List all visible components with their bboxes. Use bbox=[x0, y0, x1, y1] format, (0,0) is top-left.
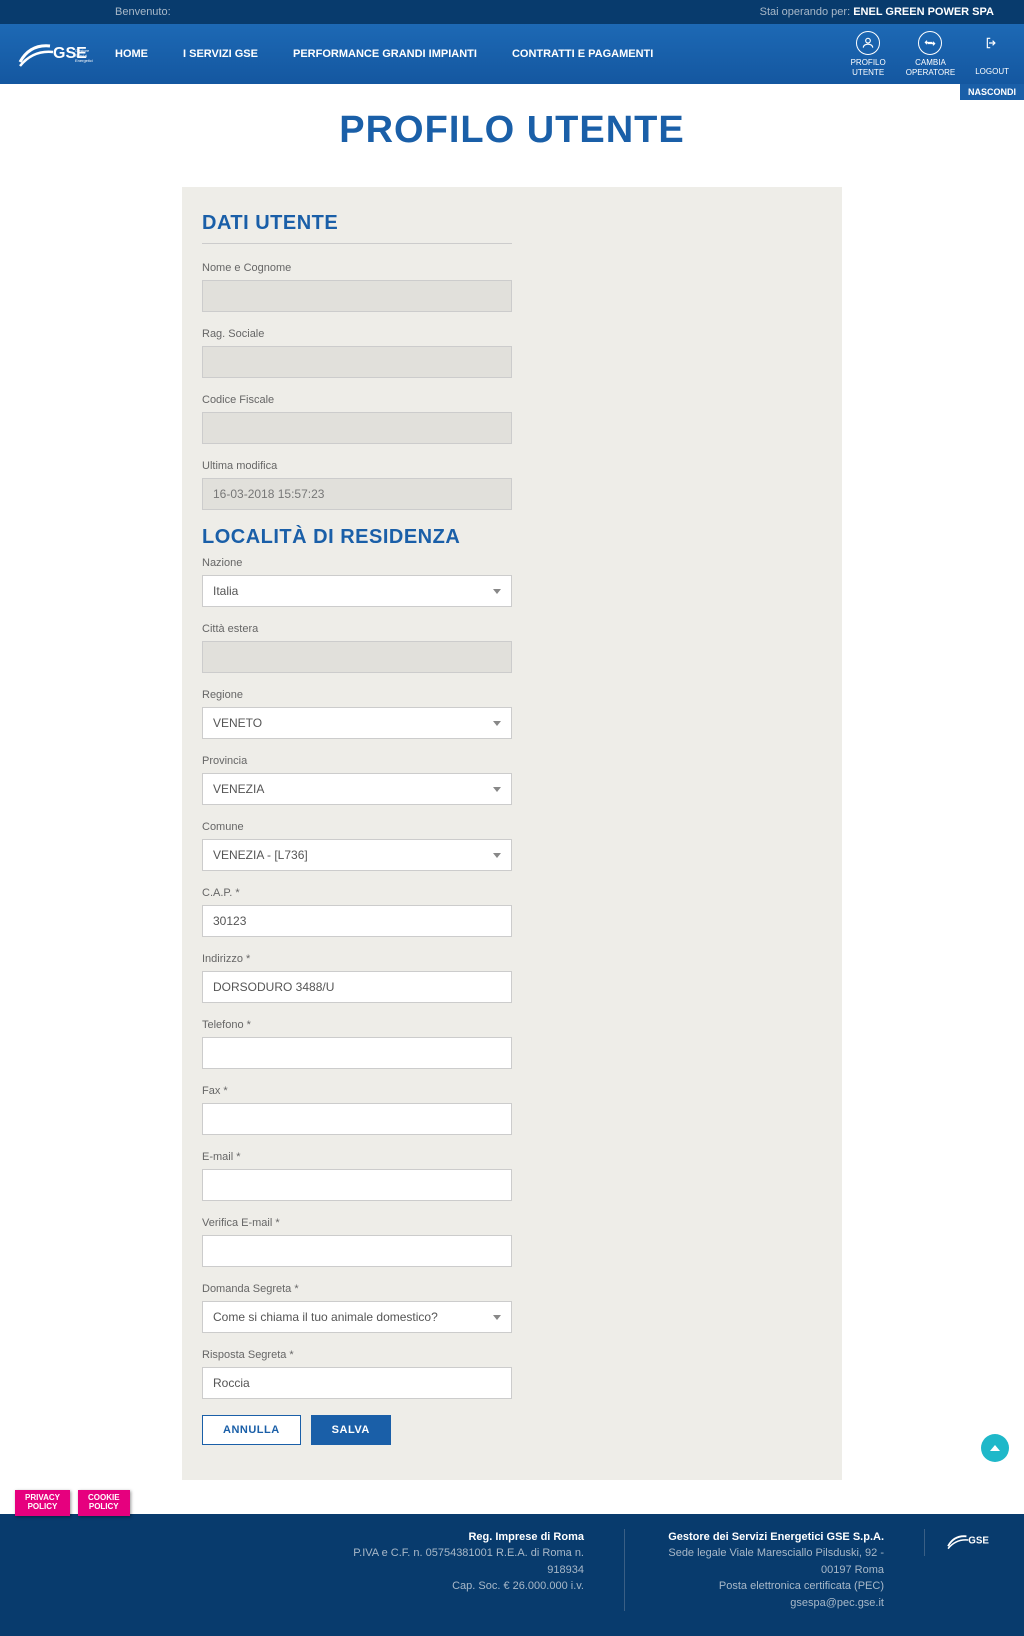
form-card: DATI UTENTE Nome e Cognome Rag. Sociale … bbox=[182, 187, 842, 1480]
section-dati-utente: DATI UTENTE bbox=[202, 212, 512, 235]
nav-links: HOME I SERVIZI GSE PERFORMANCE GRANDI IM… bbox=[115, 48, 653, 60]
scroll-to-top-button[interactable] bbox=[981, 1434, 1009, 1462]
chevron-down-icon bbox=[493, 721, 501, 726]
chevron-down-icon bbox=[493, 589, 501, 594]
input-risposta-segreta[interactable] bbox=[202, 1367, 512, 1399]
section-localita: LOCALITÀ DI RESIDENZA bbox=[202, 526, 512, 549]
input-rag-sociale bbox=[202, 346, 512, 378]
label-comune: Comune bbox=[202, 821, 512, 833]
input-citta-estera bbox=[202, 641, 512, 673]
policy-tabs: PRIVACYPOLICY COOKIEPOLICY bbox=[15, 1490, 1024, 1516]
divider bbox=[202, 243, 512, 244]
select-nazione[interactable]: Italia bbox=[202, 575, 512, 607]
nav-home[interactable]: HOME bbox=[115, 48, 148, 60]
nascondi-tab[interactable]: NASCONDI bbox=[960, 84, 1024, 100]
page-title: PROFILO UTENTE bbox=[0, 109, 1024, 152]
nav-right: PROFILO UTENTE CAMBIA OPERATORE LOGOUT bbox=[851, 31, 1009, 77]
user-icon bbox=[856, 31, 880, 55]
footer-col-2: Gestore dei Servizi Energetici GSE S.p.A… bbox=[624, 1529, 884, 1612]
label-ultima-modifica: Ultima modifica bbox=[202, 460, 512, 472]
footer-logo: GSE bbox=[924, 1529, 994, 1557]
nav-cambia-operatore[interactable]: CAMBIA OPERATORE bbox=[906, 31, 956, 77]
label-indirizzo: Indirizzo * bbox=[202, 953, 512, 965]
nav-performance[interactable]: PERFORMANCE GRANDI IMPIANTI bbox=[293, 48, 477, 60]
logout-icon bbox=[980, 31, 1004, 55]
label-rag-sociale: Rag. Sociale bbox=[202, 328, 512, 340]
input-email[interactable] bbox=[202, 1169, 512, 1201]
chevron-down-icon bbox=[493, 1315, 501, 1320]
nav-servizi[interactable]: I SERVIZI GSE bbox=[183, 48, 258, 60]
select-regione[interactable]: VENETO bbox=[202, 707, 512, 739]
nav-profilo-utente[interactable]: PROFILO UTENTE bbox=[851, 31, 886, 77]
input-cap[interactable] bbox=[202, 905, 512, 937]
input-ultima-modifica bbox=[202, 478, 512, 510]
label-risposta-segreta: Risposta Segreta * bbox=[202, 1349, 512, 1361]
svg-text:GSE: GSE bbox=[968, 1535, 989, 1546]
label-cap: C.A.P. * bbox=[202, 887, 512, 899]
welcome-text: Benvenuto: bbox=[115, 6, 171, 18]
nav-logout[interactable]: LOGOUT bbox=[975, 31, 1009, 77]
swap-icon bbox=[918, 31, 942, 55]
operating-for: Stai operando per: ENEL GREEN POWER SPA bbox=[760, 6, 994, 18]
topbar: Benvenuto: Stai operando per: ENEL GREEN… bbox=[0, 0, 1024, 24]
label-regione: Regione bbox=[202, 689, 512, 701]
label-citta-estera: Città estera bbox=[202, 623, 512, 635]
label-domanda-segreta: Domanda Segreta * bbox=[202, 1283, 512, 1295]
label-provincia: Provincia bbox=[202, 755, 512, 767]
nav-contratti[interactable]: CONTRATTI E PAGAMENTI bbox=[512, 48, 653, 60]
gse-logo[interactable]: GSEGestoreServiziEnergetici bbox=[15, 34, 95, 74]
label-fax: Fax * bbox=[202, 1085, 512, 1097]
annulla-button[interactable]: ANNULLA bbox=[202, 1415, 301, 1445]
svg-text:Energetici: Energetici bbox=[75, 58, 93, 63]
chevron-down-icon bbox=[493, 853, 501, 858]
select-domanda-segreta[interactable]: Come si chiama il tuo animale domestico? bbox=[202, 1301, 512, 1333]
input-verifica-email[interactable] bbox=[202, 1235, 512, 1267]
label-telefono: Telefono * bbox=[202, 1019, 512, 1031]
label-nazione: Nazione bbox=[202, 557, 512, 569]
input-fax[interactable] bbox=[202, 1103, 512, 1135]
privacy-policy-tab[interactable]: PRIVACYPOLICY bbox=[15, 1490, 70, 1516]
cookie-policy-tab[interactable]: COOKIEPOLICY bbox=[78, 1490, 130, 1516]
input-codice-fiscale bbox=[202, 412, 512, 444]
navbar: GSEGestoreServiziEnergetici HOME I SERVI… bbox=[0, 24, 1024, 84]
footer-col-1: Reg. Imprese di Roma P.IVA e C.F. n. 057… bbox=[324, 1529, 584, 1612]
label-nome: Nome e Cognome bbox=[202, 262, 512, 274]
input-nome bbox=[202, 280, 512, 312]
label-email: E-mail * bbox=[202, 1151, 512, 1163]
input-telefono[interactable] bbox=[202, 1037, 512, 1069]
input-indirizzo[interactable] bbox=[202, 971, 512, 1003]
salva-button[interactable]: SALVA bbox=[311, 1415, 391, 1445]
select-comune[interactable]: VENEZIA - [L736] bbox=[202, 839, 512, 871]
label-codice-fiscale: Codice Fiscale bbox=[202, 394, 512, 406]
label-verifica-email: Verifica E-mail * bbox=[202, 1217, 512, 1229]
chevron-down-icon bbox=[493, 787, 501, 792]
select-provincia[interactable]: VENEZIA bbox=[202, 773, 512, 805]
footer: Reg. Imprese di Roma P.IVA e C.F. n. 057… bbox=[0, 1514, 1024, 1636]
